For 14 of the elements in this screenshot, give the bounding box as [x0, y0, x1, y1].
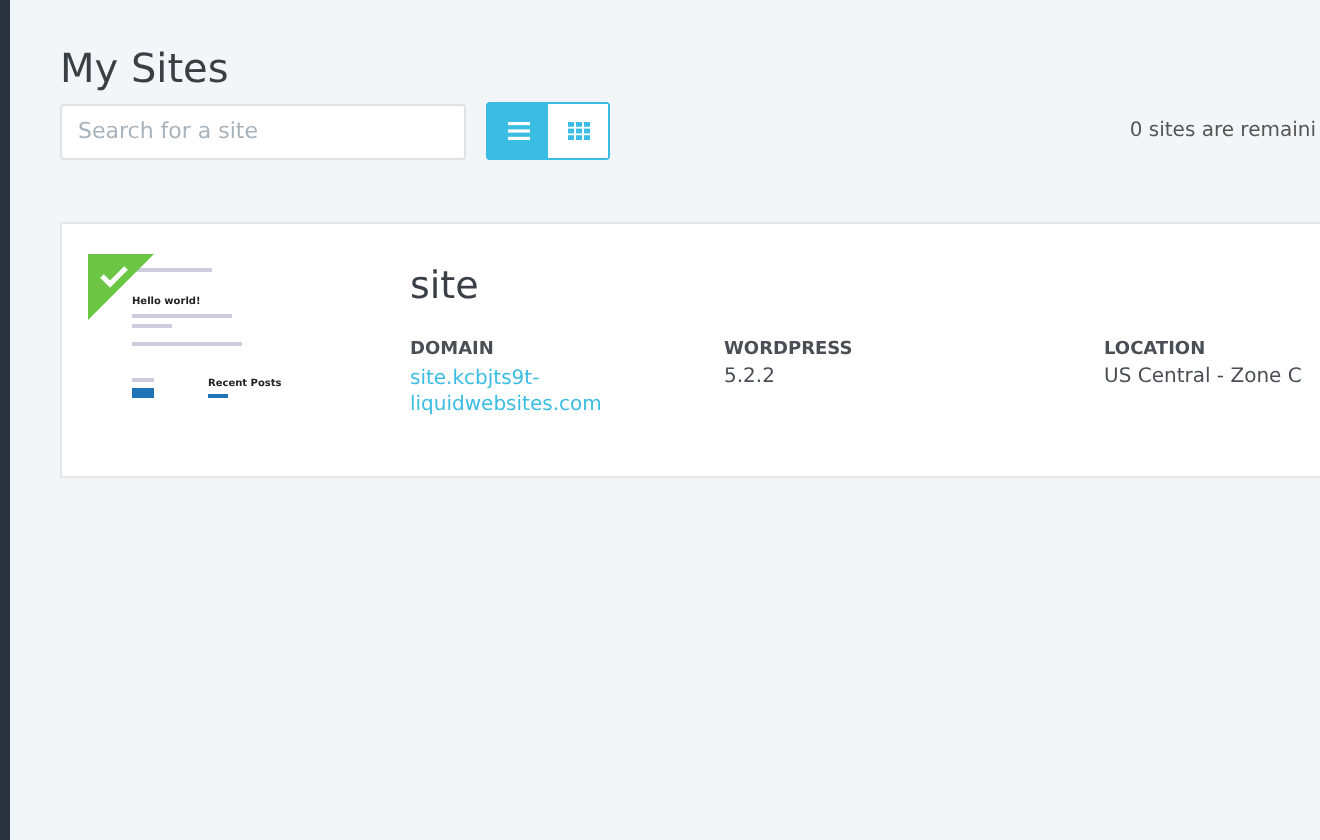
- list-view-button[interactable]: [488, 104, 548, 158]
- field-label: WORDPRESS: [724, 340, 855, 360]
- menu-icon: [507, 122, 529, 140]
- grid-view-button[interactable]: [548, 104, 608, 158]
- domain-link[interactable]: site.kcbjts9t-liquidwebsites.com: [410, 366, 690, 418]
- remaining-count: 0 sites are remaini: [1129, 120, 1316, 142]
- site-name: site: [410, 264, 481, 308]
- field-label: DOMAIN: [410, 340, 496, 360]
- page-title: My Sites: [60, 44, 231, 92]
- field-value: US Central - Zone C: [1104, 366, 1304, 388]
- field-value: 5.2.2: [724, 366, 777, 388]
- search-field[interactable]: Search for a site: [60, 103, 466, 159]
- grid-icon: [567, 122, 589, 140]
- field-label: LOCATION: [1104, 340, 1208, 360]
